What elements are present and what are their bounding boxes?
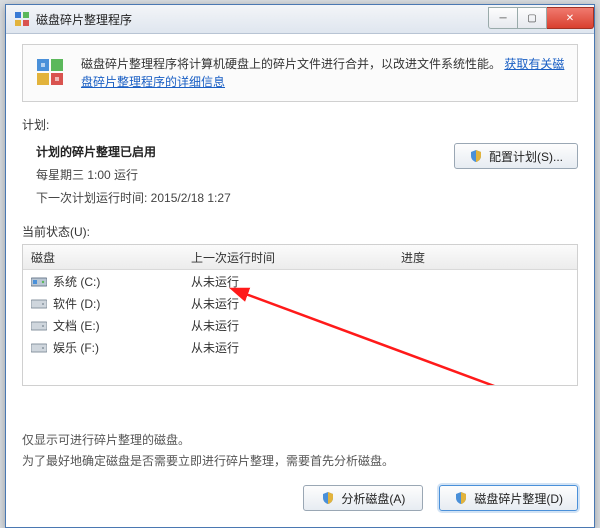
analyze-button[interactable]: 分析磁盘(A) bbox=[303, 485, 423, 511]
configure-schedule-button[interactable]: 配置计划(S)... bbox=[454, 143, 578, 169]
cell-lastrun: 从未运行 bbox=[191, 295, 401, 312]
table-row[interactable]: 软件 (D:) 从未运行 bbox=[23, 292, 577, 314]
col-disk[interactable]: 磁盘 bbox=[23, 249, 191, 266]
info-desc: 磁盘碎片整理程序将计算机硬盘上的碎片文件进行合并，以改进文件系统性能。 bbox=[81, 57, 501, 71]
disk-name: 娱乐 (F:) bbox=[53, 339, 99, 356]
hint-block: 仅显示可进行碎片整理的磁盘。 为了最好地确定磁盘是否需要立即进行碎片整理，需要首… bbox=[22, 430, 578, 471]
window-buttons: ─ ▢ ✕ bbox=[488, 7, 594, 27]
disk-name: 文档 (E:) bbox=[53, 317, 100, 334]
maximize-button[interactable]: ▢ bbox=[518, 7, 547, 29]
window-title: 磁盘碎片整理程序 bbox=[36, 11, 488, 28]
titlebar: 磁盘碎片整理程序 ─ ▢ ✕ bbox=[6, 5, 594, 34]
schedule-next: 下一次计划运行时间: 2015/2/18 1:27 bbox=[36, 187, 444, 210]
cell-disk: 系统 (C:) bbox=[23, 273, 191, 290]
info-text: 磁盘碎片整理程序将计算机硬盘上的碎片文件进行合并，以改进文件系统性能。 获取有关… bbox=[81, 55, 565, 91]
table-header: 磁盘 上一次运行时间 进度 bbox=[23, 245, 577, 270]
shield-icon bbox=[469, 149, 483, 163]
disk-table: 磁盘 上一次运行时间 进度 系统 (C:)从未运行软件 (D:)从未运行文档 (… bbox=[22, 244, 578, 386]
col-progress[interactable]: 进度 bbox=[401, 249, 577, 266]
cell-disk: 软件 (D:) bbox=[23, 295, 191, 312]
app-icon bbox=[14, 11, 30, 27]
hint-line2: 为了最好地确定磁盘是否需要立即进行碎片整理，需要首先分析磁盘。 bbox=[22, 451, 578, 471]
info-banner: 磁盘碎片整理程序将计算机硬盘上的碎片文件进行合并，以改进文件系统性能。 获取有关… bbox=[22, 44, 578, 102]
analyze-label: 分析磁盘(A) bbox=[341, 490, 405, 507]
col-lastrun[interactable]: 上一次运行时间 bbox=[191, 249, 401, 266]
window-body: 磁盘碎片整理程序将计算机硬盘上的碎片文件进行合并，以改进文件系统性能。 获取有关… bbox=[6, 34, 594, 527]
close-button[interactable]: ✕ bbox=[547, 7, 594, 29]
cell-disk: 文档 (E:) bbox=[23, 317, 191, 334]
schedule-label: 计划: bbox=[22, 116, 578, 133]
status-label: 当前状态(U): bbox=[22, 223, 578, 240]
cell-disk: 娱乐 (F:) bbox=[23, 339, 191, 356]
table-row[interactable]: 娱乐 (F:) 从未运行 bbox=[23, 336, 577, 358]
configure-schedule-label: 配置计划(S)... bbox=[489, 148, 563, 165]
table-row[interactable]: 文档 (E:) 从未运行 bbox=[23, 314, 577, 336]
cell-lastrun: 从未运行 bbox=[191, 273, 401, 290]
hint-line1: 仅显示可进行碎片整理的磁盘。 bbox=[22, 430, 578, 450]
defrag-icon bbox=[35, 55, 69, 89]
schedule-heading: 计划的碎片整理已启用 bbox=[36, 141, 444, 164]
cell-lastrun: 从未运行 bbox=[191, 339, 401, 356]
schedule-info: 计划的碎片整理已启用 每星期三 1:00 运行 下一次计划运行时间: 2015/… bbox=[22, 137, 444, 209]
defrag-window: 磁盘碎片整理程序 ─ ▢ ✕ 磁盘碎片整理程序将计算机硬盘上的碎片文件进行合并，… bbox=[5, 4, 595, 528]
shield-icon bbox=[321, 491, 335, 505]
shield-icon bbox=[454, 491, 468, 505]
defrag-label: 磁盘碎片整理(D) bbox=[474, 490, 563, 507]
footer-buttons: 分析磁盘(A) 磁盘碎片整理(D) bbox=[22, 485, 578, 511]
table-row[interactable]: 系统 (C:) 从未运行 bbox=[23, 270, 577, 292]
disk-name: 系统 (C:) bbox=[53, 273, 100, 290]
defrag-button[interactable]: 磁盘碎片整理(D) bbox=[439, 485, 578, 511]
cell-lastrun: 从未运行 bbox=[191, 317, 401, 334]
schedule-time: 每星期三 1:00 运行 bbox=[36, 164, 444, 187]
disk-name: 软件 (D:) bbox=[53, 295, 100, 312]
minimize-button[interactable]: ─ bbox=[488, 7, 518, 29]
